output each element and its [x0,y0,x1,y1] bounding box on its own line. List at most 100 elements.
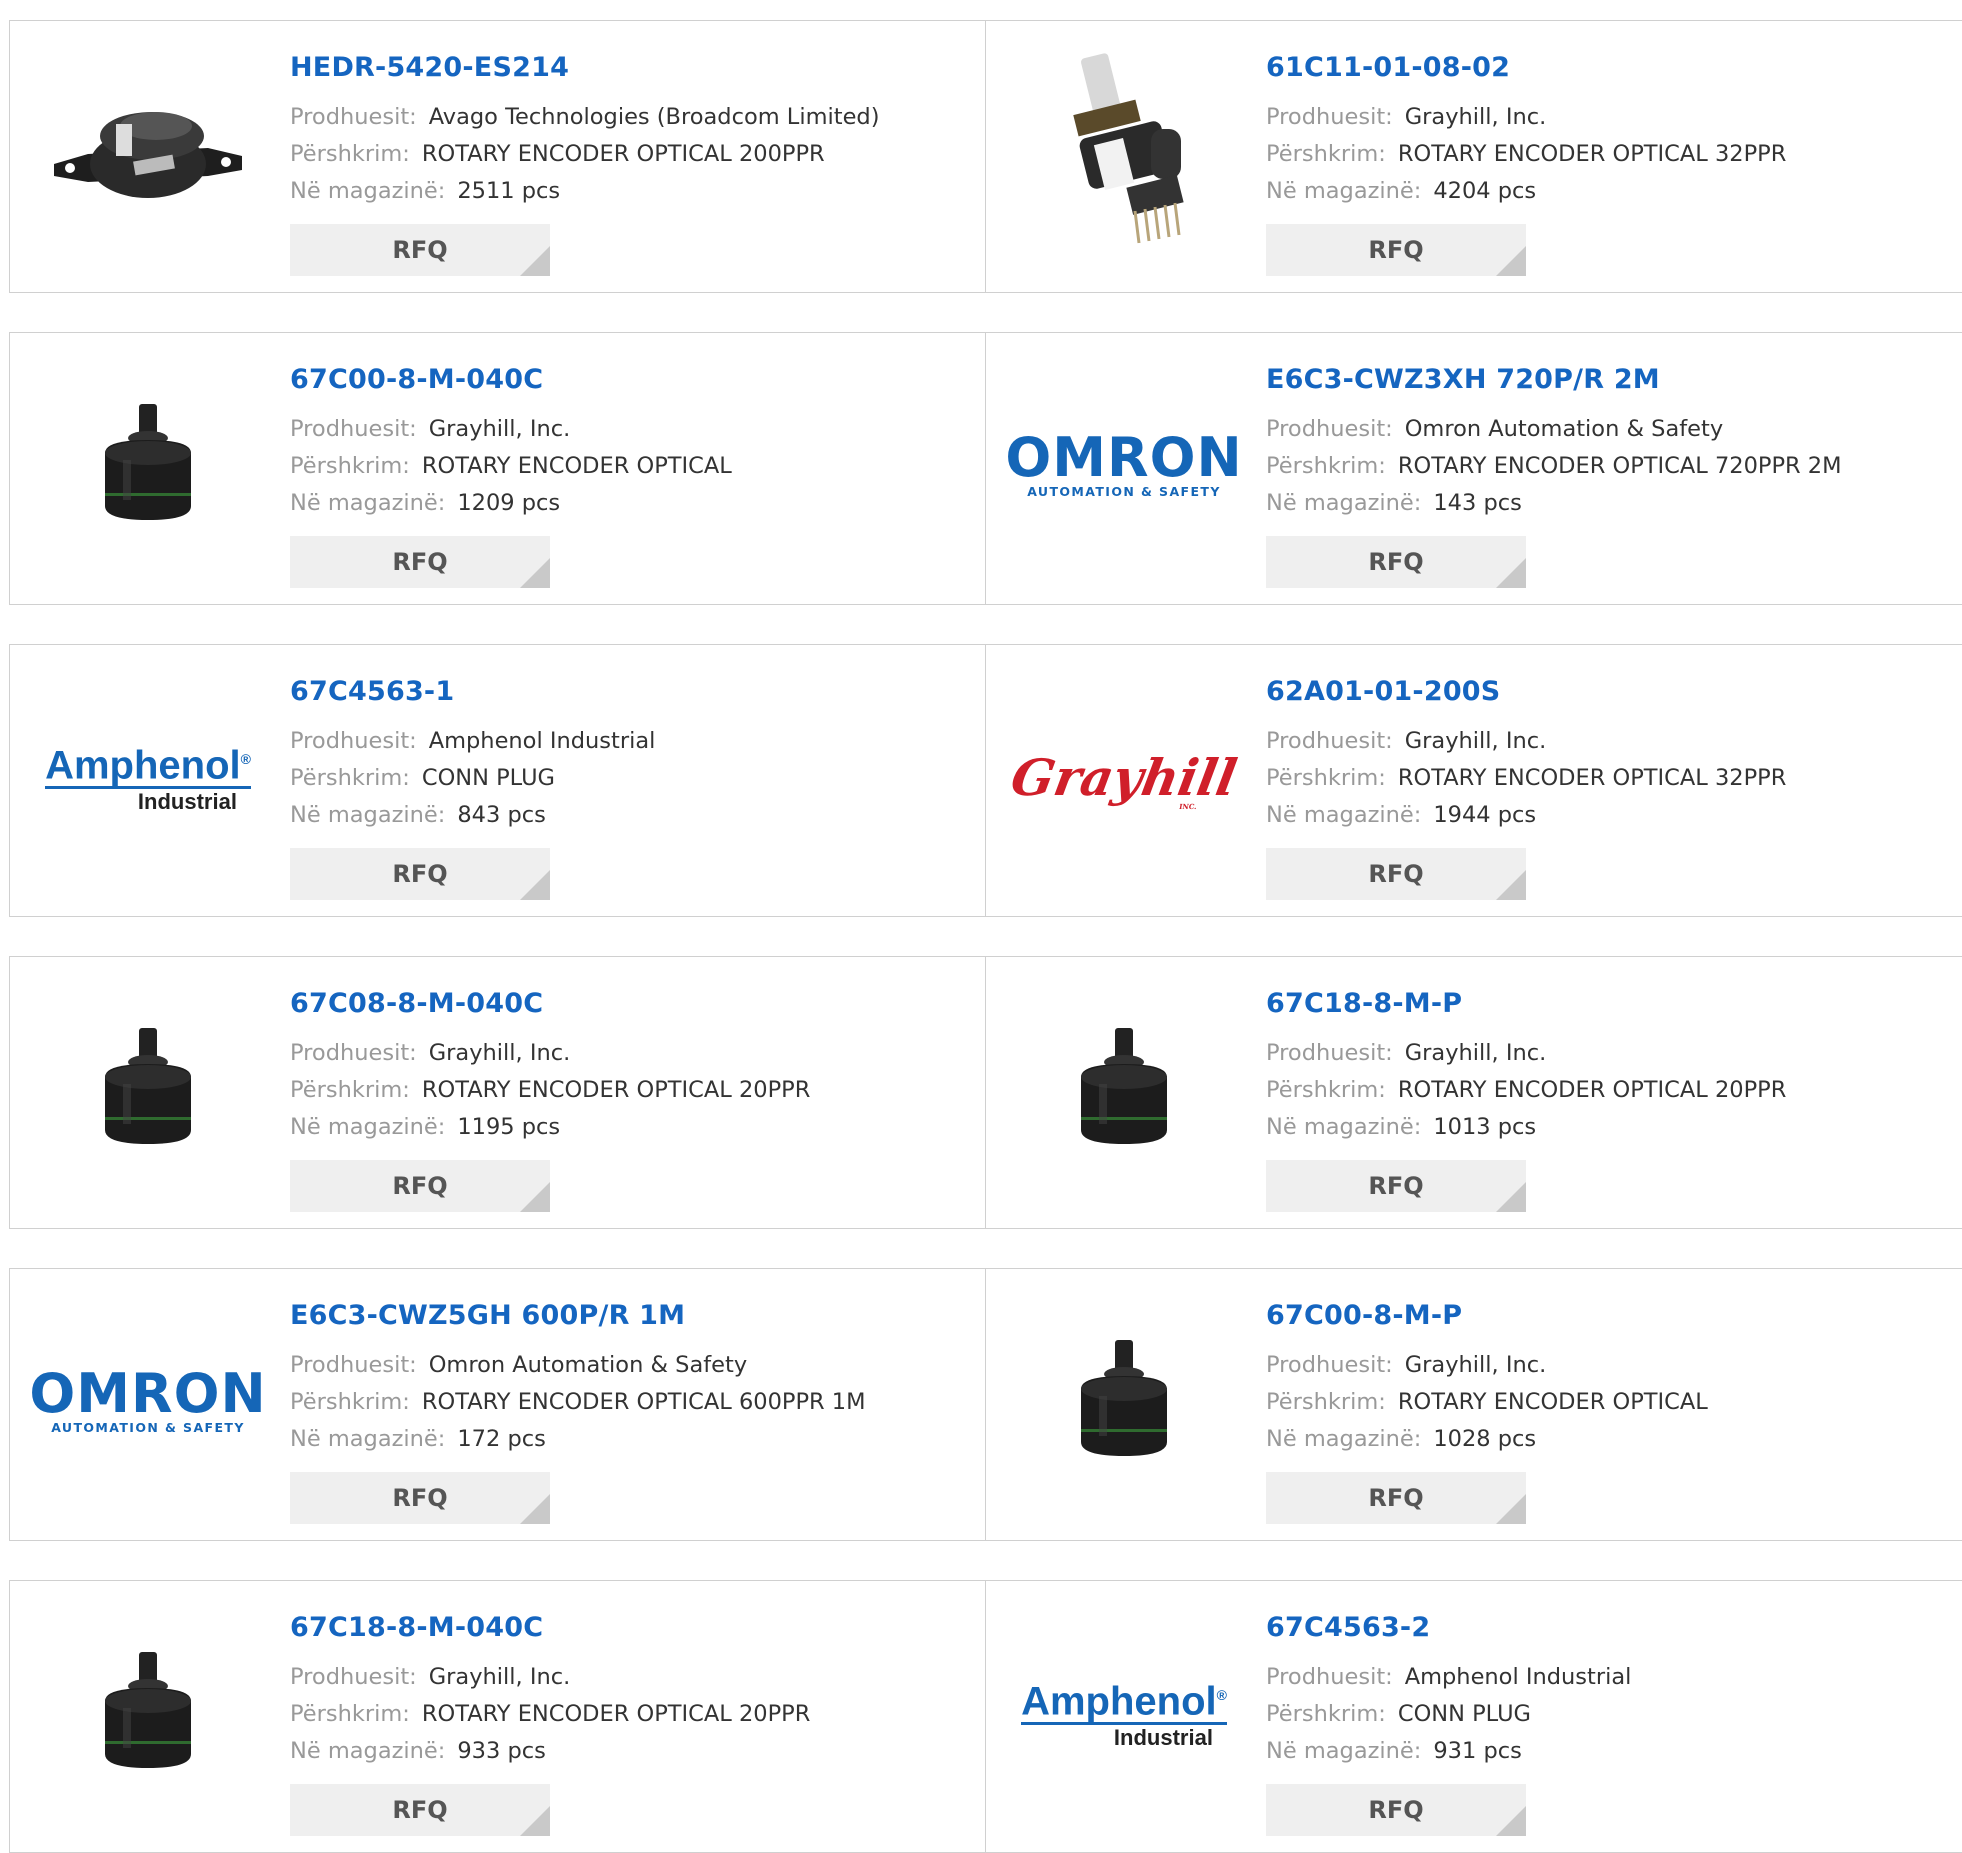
manufacturer-label: Prodhuesit: [1266,1664,1393,1690]
product-thumbnail[interactable] [1024,1301,1224,1501]
product-thumbnail[interactable]: OMRON AUTOMATION & SAFETY [29,1301,265,1501]
manufacturer-value: Grayhill, Inc. [1404,1352,1547,1378]
description-label: Përshkrim: [290,453,410,479]
rfq-button[interactable]: RFQ [1266,1160,1526,1212]
description-row: Përshkrim: ROTARY ENCODER OPTICAL 20PPR [290,1696,975,1733]
product-card: 67C18-8-M-040C Prodhuesit: Grayhill, Inc.… [10,1581,986,1852]
product-card: 67C18-8-M-P Prodhuesit: Grayhill, Inc. Pë… [986,957,1962,1228]
description-value: CONN PLUG [1397,1701,1531,1727]
product-thumbnail[interactable]: Grayhill INC. [1007,677,1241,877]
stock-value: 931 pcs [1433,1738,1522,1764]
product-info: E6C3-CWZ3XH 720P/R 2M Prodhuesit: Omron A… [1266,363,1952,588]
part-number-link[interactable]: 67C08-8-M-040C [290,987,975,1021]
part-number-link[interactable]: 67C18-8-M-P [1266,987,1952,1021]
stock-row: Në magazinë: 1028 pcs [1266,1421,1952,1458]
description-value: ROTARY ENCODER OPTICAL 720PPR 2M [1397,453,1842,479]
omron-logo: OMRON AUTOMATION & SAFETY [29,1361,267,1435]
product-thumbnail[interactable] [1024,989,1224,1189]
manufacturer-row: Prodhuesit: Grayhill, Inc. [290,1035,975,1072]
description-row: Përshkrim: ROTARY ENCODER OPTICAL 20PPR [290,1072,975,1109]
description-value: ROTARY ENCODER OPTICAL 600PPR 1M [421,1389,866,1415]
description-row: Përshkrim: CONN PLUG [290,760,975,797]
stock-value: 1195 pcs [457,1114,561,1140]
manufacturer-value: Grayhill, Inc. [1404,104,1547,130]
part-number-link[interactable]: 67C18-8-M-040C [290,1611,975,1645]
rfq-button[interactable]: RFQ [290,1784,550,1836]
product-card: 61C11-01-08-02 Prodhuesit: Grayhill, Inc.… [986,21,1962,292]
description-value: ROTARY ENCODER OPTICAL 32PPR [1397,141,1787,167]
part-number-link[interactable]: 67C00-8-M-P [1266,1299,1952,1333]
manufacturer-row: Prodhuesit: Grayhill, Inc. [290,411,975,448]
product-card: Amphenol® Industrial 67C4563-1 Prodhuesit… [10,645,986,916]
omron-logo: OMRON AUTOMATION & SAFETY [1005,425,1243,499]
stock-label: Në magazinë: [1266,1738,1422,1764]
encoder-black-image [1069,1334,1179,1468]
part-number-link[interactable]: E6C3-CWZ5GH 600P/R 1M [290,1299,975,1333]
manufacturer-label: Prodhuesit: [1266,728,1393,754]
description-row: Përshkrim: ROTARY ENCODER OPTICAL 32PPR [1266,136,1952,173]
stock-value: 2511 pcs [457,178,561,204]
product-info: HEDR-5420-ES214 Prodhuesit: Avago Technol… [290,51,975,276]
description-value: ROTARY ENCODER OPTICAL [1397,1389,1708,1415]
manufacturer-row: Prodhuesit: Amphenol Industrial [1266,1659,1952,1696]
rfq-button[interactable]: RFQ [1266,1472,1526,1524]
stock-label: Në magazinë: [290,1426,446,1452]
stock-value: 843 pcs [457,802,546,828]
product-thumbnail[interactable] [48,53,248,253]
rfq-button[interactable]: RFQ [290,848,550,900]
product-thumbnail[interactable]: OMRON AUTOMATION & SAFETY [1005,365,1241,565]
product-info: 67C18-8-M-P Prodhuesit: Grayhill, Inc. Pë… [1266,987,1952,1212]
product-info: 62A01-01-200S Prodhuesit: Grayhill, Inc. … [1266,675,1952,900]
product-info: 67C4563-1 Prodhuesit: Amphenol Industrial… [290,675,975,900]
manufacturer-label: Prodhuesit: [290,416,417,442]
description-label: Përshkrim: [1266,1077,1386,1103]
part-number-link[interactable]: 67C4563-1 [290,675,975,709]
product-thumbnail[interactable] [48,1613,248,1813]
stock-label: Në magazinë: [290,178,446,204]
manufacturer-value: Amphenol Industrial [1404,1664,1632,1690]
encoder-shaft-pins-image [1039,51,1209,255]
stock-label: Në magazinë: [1266,802,1422,828]
description-label: Përshkrim: [1266,765,1386,791]
part-number-link[interactable]: 67C4563-2 [1266,1611,1952,1645]
description-value: ROTARY ENCODER OPTICAL 200PPR [421,141,825,167]
rfq-button[interactable]: RFQ [290,224,550,276]
part-number-link[interactable]: HEDR-5420-ES214 [290,51,975,85]
product-row: 67C00-8-M-040C Prodhuesit: Grayhill, Inc.… [9,332,1962,605]
description-label: Përshkrim: [290,1701,410,1727]
description-value: ROTARY ENCODER OPTICAL 20PPR [1397,1077,1787,1103]
rfq-button[interactable]: RFQ [290,1472,550,1524]
rfq-button[interactable]: RFQ [290,1160,550,1212]
part-number-link[interactable]: E6C3-CWZ3XH 720P/R 2M [1266,363,1952,397]
manufacturer-value: Avago Technologies (Broadcom Limited) [428,104,880,130]
rfq-button[interactable]: RFQ [290,536,550,588]
product-info: 67C18-8-M-040C Prodhuesit: Grayhill, Inc.… [290,1611,975,1836]
product-thumbnail[interactable]: Amphenol® Industrial [1021,1613,1227,1813]
manufacturer-value: Grayhill, Inc. [428,1040,571,1066]
manufacturer-value: Grayhill, Inc. [1404,1040,1547,1066]
manufacturer-row: Prodhuesit: Grayhill, Inc. [1266,99,1952,136]
product-info: 67C00-8-M-040C Prodhuesit: Grayhill, Inc.… [290,363,975,588]
product-thumbnail[interactable] [1024,53,1224,253]
product-row: HEDR-5420-ES214 Prodhuesit: Avago Technol… [9,20,1962,293]
product-info: 67C00-8-M-P Prodhuesit: Grayhill, Inc. Pë… [1266,1299,1952,1524]
rfq-button[interactable]: RFQ [1266,1784,1526,1836]
rfq-button[interactable]: RFQ [1266,536,1526,588]
stock-value: 1944 pcs [1433,802,1537,828]
part-number-link[interactable]: 67C00-8-M-040C [290,363,975,397]
rfq-button[interactable]: RFQ [1266,848,1526,900]
manufacturer-row: Prodhuesit: Avago Technologies (Broadcom … [290,99,975,136]
description-label: Përshkrim: [290,1077,410,1103]
manufacturer-value: Grayhill, Inc. [428,1664,571,1690]
product-thumbnail[interactable]: Amphenol® Industrial [45,677,251,877]
product-thumbnail[interactable] [48,365,248,565]
manufacturer-row: Prodhuesit: Omron Automation & Safety [1266,411,1952,448]
manufacturer-label: Prodhuesit: [290,728,417,754]
amphenol-logo: Amphenol® Industrial [1021,1675,1227,1751]
part-number-link[interactable]: 61C11-01-08-02 [1266,51,1952,85]
encoder-black-image [1069,1022,1179,1156]
stock-row: Në magazinë: 933 pcs [290,1733,975,1770]
part-number-link[interactable]: 62A01-01-200S [1266,675,1952,709]
rfq-button[interactable]: RFQ [1266,224,1526,276]
product-thumbnail[interactable] [48,989,248,1189]
